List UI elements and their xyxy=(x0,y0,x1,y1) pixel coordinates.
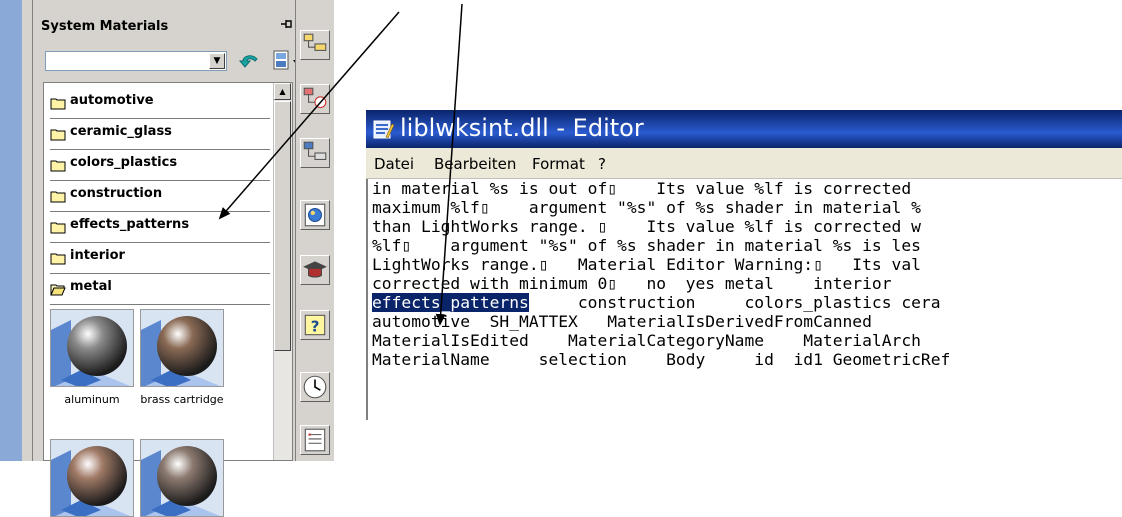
folder-icon xyxy=(50,219,66,234)
text-line: corrected with minimum 0▯ no yes metal i… xyxy=(372,274,892,293)
material-thumbnail[interactable] xyxy=(140,439,224,517)
folder-open-icon xyxy=(50,281,66,296)
left-docked-strip xyxy=(0,0,22,461)
menu-format[interactable]: Format xyxy=(532,155,585,173)
category-filter-combo[interactable]: ▼ xyxy=(45,51,227,71)
list-view-icon[interactable] xyxy=(300,425,330,455)
notepad-editor-window: liblwksint.dll - Editor Datei Bearbeiten… xyxy=(366,110,1122,420)
text-line: automotive SH_MATTEX MaterialIsDerivedFr… xyxy=(372,312,872,331)
system-materials-palette: System Materials ▼ automotive ceramic_gla… xyxy=(33,0,299,517)
folder-icon xyxy=(50,126,66,141)
folder-icon xyxy=(50,188,66,203)
material-thumbnail[interactable] xyxy=(50,309,134,387)
folder-row-ceramic-glass[interactable]: ceramic_glass xyxy=(50,118,270,150)
text-line: MaterialName selection Body id id1 Geome… xyxy=(372,350,951,369)
thumbnail-label: brass cartridge xyxy=(140,393,224,406)
chevron-down-icon[interactable]: ▼ xyxy=(209,53,225,69)
folder-row-construction[interactable]: construction xyxy=(50,180,270,212)
folder-icon xyxy=(50,250,66,265)
list-scrollbar[interactable]: ▲ xyxy=(273,83,292,460)
help-icon[interactable]: ? xyxy=(300,310,330,340)
material-tree-icon[interactable] xyxy=(300,138,330,168)
text-line: %lf▯ argument "%s" of %s shader in mater… xyxy=(372,236,921,255)
left-splitter[interactable] xyxy=(22,0,33,461)
menu-help[interactable]: ? xyxy=(598,155,606,173)
text-line: LightWorks range.▯ Material Editor Warni… xyxy=(372,255,921,274)
folder-row-effects-patterns[interactable]: effects_patterns xyxy=(50,211,270,243)
folder-row-metal[interactable]: metal xyxy=(50,273,270,305)
text-line: maximum %lf▯ argument "%s" of %s shader … xyxy=(372,198,921,217)
folder-row-automotive[interactable]: automotive xyxy=(50,87,270,119)
text-line: in material %s is out of▯ Its value %lf … xyxy=(372,179,912,198)
text-line: MaterialIsEdited MaterialCategoryName Ma… xyxy=(372,331,921,350)
menu-bar: Datei Bearbeiten Format ? xyxy=(366,148,1122,179)
material-thumbnail[interactable] xyxy=(50,439,134,517)
text-line: effects_patterns construction colors_pla… xyxy=(372,293,941,312)
clock-icon[interactable] xyxy=(300,372,330,402)
text-line: than LightWorks range. ▯ Its value %lf i… xyxy=(372,217,921,236)
folder-icon xyxy=(50,157,66,172)
folder-label: construction xyxy=(70,186,163,201)
back-arrow-icon[interactable] xyxy=(238,49,262,73)
hierarchy-tree-icon[interactable] xyxy=(300,30,330,60)
scroll-thumb[interactable] xyxy=(274,101,291,351)
notepad-icon xyxy=(372,118,395,140)
folder-icon xyxy=(50,95,66,110)
tool-column: ? xyxy=(295,0,334,461)
globe-render-icon[interactable] xyxy=(300,200,330,230)
menu-datei[interactable]: Datei xyxy=(374,155,414,173)
folder-label: ceramic_glass xyxy=(70,124,172,139)
thumbnail-label: aluminum xyxy=(64,393,120,406)
folder-label: metal xyxy=(70,279,112,294)
window-title: liblwksint.dll - Editor xyxy=(400,114,644,142)
svg-text:?: ? xyxy=(311,317,320,335)
menu-bearbeiten[interactable]: Bearbeiten xyxy=(434,155,516,173)
folder-row-interior[interactable]: interior xyxy=(50,242,270,274)
palette-title: System Materials xyxy=(41,19,169,34)
line-text: construction colors_plastics cera xyxy=(528,293,941,312)
graduation-cap-icon[interactable] xyxy=(300,255,330,285)
materials-list[interactable]: automotive ceramic_glass colors_plasticsco… xyxy=(43,82,293,517)
material-assign-icon[interactable] xyxy=(300,84,330,114)
window-titlebar[interactable]: liblwksint.dll - Editor xyxy=(366,110,1122,148)
selected-text[interactable]: effects_patterns xyxy=(372,293,529,312)
editor-text-area[interactable]: in material %s is out of▯ Its value %lf … xyxy=(366,179,1122,420)
material-thumbnail[interactable] xyxy=(140,309,224,387)
folder-row-colors-plastics[interactable]: colors_plastics xyxy=(50,149,270,181)
pin-icon[interactable] xyxy=(280,17,294,31)
folder-label: effects_patterns xyxy=(70,217,190,232)
folder-label: automotive xyxy=(70,93,154,108)
scroll-up-icon[interactable]: ▲ xyxy=(274,83,291,100)
folder-label: interior xyxy=(70,248,125,263)
folder-label: colors_plastics xyxy=(70,155,178,170)
